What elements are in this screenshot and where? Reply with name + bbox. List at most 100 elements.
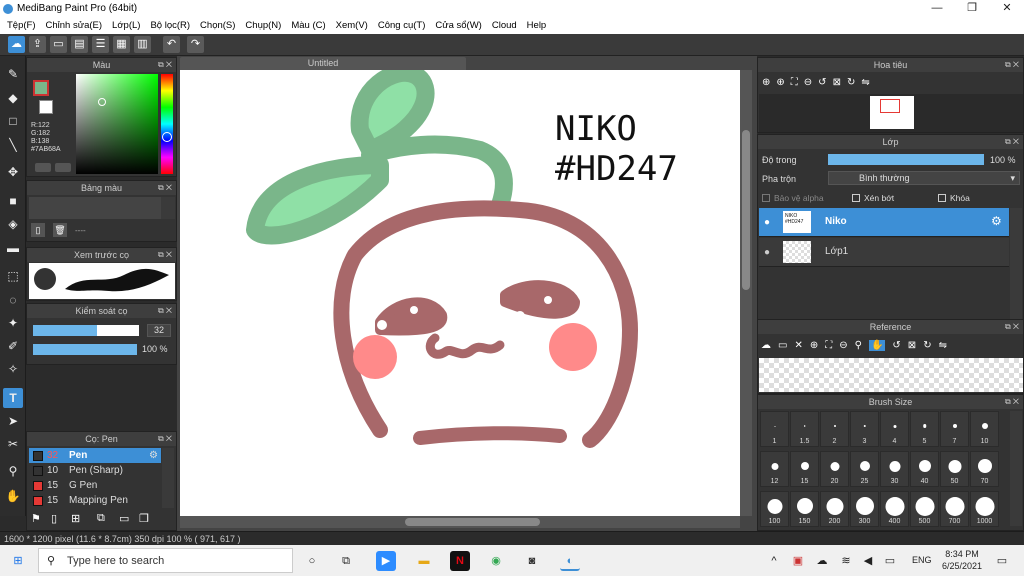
brush-size-option[interactable]: 25: [850, 451, 879, 487]
language-indicator[interactable]: ENG: [912, 555, 932, 565]
clock[interactable]: 8:34 PM 6/25/2021: [940, 548, 984, 572]
brush-item[interactable]: 15 G Pen: [29, 478, 161, 493]
brush-size-option[interactable]: 1.5: [790, 411, 819, 447]
rotate-left-icon[interactable]: ↺: [818, 77, 826, 88]
antivirus-icon[interactable]: ▣: [788, 551, 808, 571]
taskbar-search[interactable]: ⚲ Type here to search: [38, 548, 293, 573]
brush-size-option[interactable]: 2: [820, 411, 849, 447]
reference-canvas[interactable]: [759, 358, 1023, 392]
menu-color[interactable]: Màu (C): [286, 20, 330, 31]
camera-icon[interactable]: ◙: [522, 551, 542, 571]
cloud-sync-icon[interactable]: ☁: [812, 551, 832, 571]
brush-size-option[interactable]: 15: [790, 451, 819, 487]
cloud-reference-icon[interactable]: ☁: [761, 340, 771, 351]
brush-settings-icon[interactable]: ⚑: [31, 512, 41, 525]
netflix-icon[interactable]: N: [450, 551, 470, 571]
lock-checkbox[interactable]: [938, 194, 946, 202]
fit-screen-icon[interactable]: ⛶: [791, 77, 798, 88]
battery-icon[interactable]: ▭: [880, 551, 900, 571]
clipping-checkbox[interactable]: [852, 194, 860, 202]
menu-select[interactable]: Chọn(S): [195, 20, 240, 31]
select-pen-tool-icon[interactable]: ✐: [3, 336, 23, 356]
move-tool-icon[interactable]: ✥: [3, 162, 23, 182]
layer-row[interactable]: ● NIKO #HD247 Niko ⚙: [759, 208, 1009, 237]
brush-size-option[interactable]: 50: [940, 451, 969, 487]
brush-size-scrollbar[interactable]: [1010, 411, 1022, 526]
new-brush-icon[interactable]: ▯: [51, 512, 57, 525]
rotate-right-icon[interactable]: ↻: [847, 77, 855, 88]
menu-help[interactable]: Help: [522, 20, 552, 31]
lasso-tool-icon[interactable]: ◌: [3, 290, 23, 310]
menu-filter[interactable]: Bộ lọc(R): [145, 20, 195, 31]
brush-size-option[interactable]: 70: [970, 451, 999, 487]
duplicate-icon[interactable]: ❐: [139, 512, 149, 525]
drawing-canvas[interactable]: NIKO #HD247: [180, 70, 740, 516]
chat-icon[interactable]: ▭: [50, 36, 67, 53]
rotate-left-icon[interactable]: ↺: [892, 340, 900, 351]
list-icon[interactable]: ☰: [92, 36, 109, 53]
vertical-scroll-thumb[interactable]: [742, 130, 750, 290]
medibang-icon[interactable]: ◐: [560, 551, 580, 571]
menu-file[interactable]: Tệp(F): [2, 20, 41, 31]
eraser-tool-icon[interactable]: ◆: [3, 88, 23, 108]
brush-size-option[interactable]: 7: [940, 411, 969, 447]
panel-controls-icon[interactable]: ⧉ ✕: [158, 248, 172, 262]
zoom-app-icon[interactable]: ▶: [376, 551, 396, 571]
gear-icon[interactable]: ⚙: [991, 214, 1002, 228]
task-view-icon[interactable]: ⧉: [336, 551, 356, 571]
brush-item[interactable]: 32 Pen ⚙: [29, 448, 161, 463]
protect-alpha-checkbox[interactable]: [762, 194, 770, 202]
brush-size-option[interactable]: 3: [850, 411, 879, 447]
grid-icon[interactable]: ▦: [113, 36, 130, 53]
cloud-icon[interactable]: ☁: [8, 36, 25, 53]
windows-start-icon[interactable]: ⊞: [8, 551, 28, 571]
saturation-value-picker[interactable]: [76, 74, 158, 174]
hue-cursor[interactable]: [162, 132, 172, 142]
bucket-tool-icon[interactable]: ◈: [3, 214, 23, 234]
brush-size-option[interactable]: 30: [880, 451, 909, 487]
new-palette-icon[interactable]: ▯: [31, 223, 45, 237]
brush-size-option[interactable]: 40: [910, 451, 939, 487]
trash-icon[interactable]: 🗑: [53, 223, 67, 237]
text-tool-icon[interactable]: T: [3, 388, 23, 408]
fill-rect-tool-icon[interactable]: ■: [3, 191, 23, 211]
menu-layer[interactable]: Lớp(L): [107, 20, 145, 31]
flip-icon[interactable]: ⇋: [861, 77, 869, 88]
zoom-fit-icon[interactable]: ⊕: [762, 77, 770, 88]
chevron-up-icon[interactable]: ^: [764, 551, 784, 571]
operation-tool-icon[interactable]: ➤: [3, 411, 23, 431]
brush-size-option[interactable]: 700: [940, 491, 969, 527]
zoom-out-icon[interactable]: ⊖: [804, 77, 812, 88]
panel-controls-icon[interactable]: ⧉ ✕: [158, 181, 172, 195]
brush-size-option[interactable]: 5: [910, 411, 939, 447]
notifications-icon[interactable]: ▭: [992, 551, 1012, 571]
rotate-right-icon[interactable]: ↻: [923, 340, 931, 351]
share-icon[interactable]: ⇪: [29, 36, 46, 53]
layer-row[interactable]: ● Lớp1: [759, 238, 1009, 267]
panel-controls-icon[interactable]: ⧉ ✕: [1005, 58, 1019, 72]
file-explorer-icon[interactable]: ▬: [414, 551, 434, 571]
hue-slider[interactable]: [161, 74, 173, 174]
reset-view-icon[interactable]: ⊠: [908, 340, 916, 351]
lock-option[interactable]: Khóa: [938, 193, 970, 203]
menu-view[interactable]: Xem(V): [331, 20, 373, 31]
brush-size-option[interactable]: 1000: [970, 491, 999, 527]
panel-controls-icon[interactable]: ⧉ ✕: [158, 58, 172, 72]
color-mode-button-2[interactable]: [55, 163, 71, 172]
layer-opacity-slider[interactable]: [828, 154, 984, 165]
menu-window[interactable]: Cửa sổ(W): [430, 20, 486, 31]
flip-icon[interactable]: ⇋: [939, 340, 947, 351]
panel-controls-icon[interactable]: ⧉ ✕: [1005, 395, 1019, 409]
layout-icon[interactable]: ▥: [134, 36, 151, 53]
brush-item[interactable]: 10 Pen (Sharp): [29, 463, 161, 478]
color-mode-button[interactable]: [35, 163, 51, 172]
document-icon[interactable]: ▤: [71, 36, 88, 53]
undo-icon[interactable]: ↶: [163, 36, 180, 53]
gradient-tool-icon[interactable]: ▬: [3, 238, 23, 258]
maximize-button[interactable]: ❐: [955, 0, 989, 17]
rect-select-tool-icon[interactable]: □: [3, 111, 23, 131]
copy-brush-icon[interactable]: ⧉: [97, 512, 105, 525]
brush-item[interactable]: 15 Mapping Pen: [29, 493, 161, 508]
hand-icon[interactable]: ✋: [868, 339, 886, 351]
protect-alpha-option[interactable]: Bảo vệ alpha: [762, 193, 824, 203]
